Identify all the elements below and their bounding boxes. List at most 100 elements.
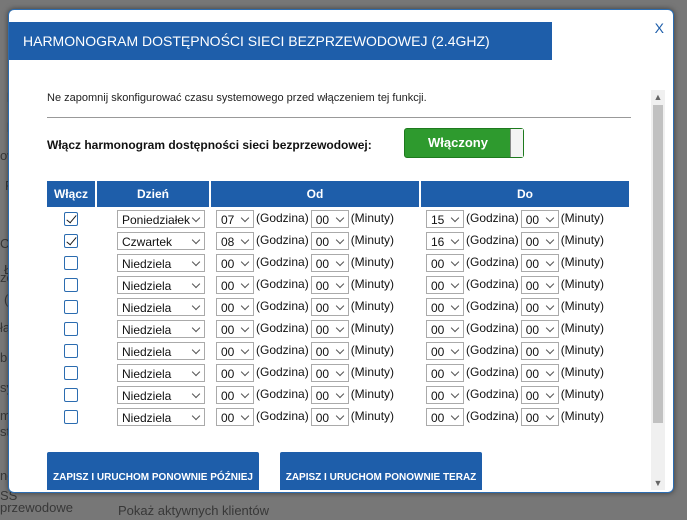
row-enable-checkbox[interactable] bbox=[64, 321, 78, 336]
row-enable-checkbox[interactable] bbox=[64, 233, 78, 248]
from-minute-select[interactable]: 00 bbox=[310, 210, 349, 228]
minute-unit-label: (Minuty) bbox=[560, 277, 605, 292]
day-select[interactable]: Niedziela bbox=[117, 276, 205, 294]
from-minute-select[interactable]: 00 bbox=[310, 298, 349, 316]
from-minute-select[interactable]: 00 bbox=[310, 408, 349, 426]
from-hour-select[interactable]: 00 bbox=[216, 320, 254, 338]
to-minute-select[interactable]: 00 bbox=[520, 232, 559, 250]
save-restart-now-button[interactable]: ZAPISZ I URUCHOM PONOWNIE TERAZ bbox=[280, 452, 482, 490]
row-enable-checkbox[interactable] bbox=[64, 277, 78, 292]
day-select[interactable]: Niedziela bbox=[117, 364, 205, 382]
to-hour-select[interactable]: 00 bbox=[426, 408, 464, 426]
row-enable-checkbox[interactable] bbox=[64, 299, 78, 314]
day-select[interactable]: Niedziela bbox=[117, 254, 205, 272]
schedule-row: Niedziela 00 (Godzina) 00 (Minuty) 00 (Godzina… bbox=[47, 253, 629, 273]
schedule-table: Włącz Dzień Od Do Poniedziałek 07 (Godzina… bbox=[45, 179, 631, 429]
minute-unit-label: (Minuty) bbox=[560, 211, 605, 226]
scrollbar-thumb[interactable] bbox=[653, 105, 663, 423]
toggle-knob[interactable] bbox=[510, 129, 523, 157]
hour-unit-label: (Godzina) bbox=[466, 299, 519, 314]
to-hour-select[interactable]: 00 bbox=[426, 386, 464, 404]
row-enable-checkbox[interactable] bbox=[64, 211, 78, 226]
day-select[interactable]: Niedziela bbox=[117, 320, 205, 338]
to-minute-select[interactable]: 00 bbox=[520, 320, 559, 338]
scrollbar[interactable]: ▲ ▼ bbox=[651, 90, 665, 490]
schedule-row: Niedziela 00 (Godzina) 00 (Minuty) 00 (Godzina… bbox=[47, 341, 629, 361]
from-hour-select[interactable]: 00 bbox=[216, 254, 254, 272]
minute-unit-label: (Minuty) bbox=[350, 255, 395, 270]
hour-unit-label: (Godzina) bbox=[256, 409, 309, 424]
scroll-up-icon[interactable]: ▲ bbox=[651, 90, 665, 104]
to-minute-select[interactable]: 00 bbox=[520, 276, 559, 294]
to-minute-select[interactable]: 00 bbox=[520, 210, 559, 228]
to-hour-select[interactable]: 15 bbox=[426, 210, 464, 228]
day-select[interactable]: Niedziela bbox=[117, 408, 205, 426]
from-hour-select[interactable]: 00 bbox=[216, 342, 254, 360]
row-enable-checkbox[interactable] bbox=[64, 365, 78, 380]
to-minute-select[interactable]: 00 bbox=[520, 298, 559, 316]
hour-unit-label: (Godzina) bbox=[256, 321, 309, 336]
save-restart-later-button[interactable]: ZAPISZ I URUCHOM PONOWNIE PÓŹNIEJ bbox=[47, 452, 259, 490]
from-hour-select[interactable]: 00 bbox=[216, 298, 254, 316]
to-hour-select[interactable]: 00 bbox=[426, 364, 464, 382]
schedule-row: Poniedziałek 07 (Godzina) 00 (Minuty) 15 (Godz… bbox=[47, 209, 629, 229]
hour-unit-label: (Godzina) bbox=[256, 255, 309, 270]
day-select[interactable]: Niedziela bbox=[117, 386, 205, 404]
to-hour-select[interactable]: 16 bbox=[426, 232, 464, 250]
day-select[interactable]: Niedziela bbox=[117, 298, 205, 316]
day-select[interactable]: Poniedziałek bbox=[117, 210, 205, 228]
hour-unit-label: (Godzina) bbox=[256, 211, 309, 226]
minute-unit-label: (Minuty) bbox=[560, 321, 605, 336]
schedule-row: Niedziela 00 (Godzina) 00 (Minuty) 00 (Godzina… bbox=[47, 297, 629, 317]
hour-unit-label: (Godzina) bbox=[256, 343, 309, 358]
from-hour-select[interactable]: 00 bbox=[216, 386, 254, 404]
to-hour-select[interactable]: 00 bbox=[426, 254, 464, 272]
to-hour-select[interactable]: 00 bbox=[426, 298, 464, 316]
col-enable: Włącz bbox=[47, 181, 95, 207]
schedule-row: Czwartek 08 (Godzina) 00 (Minuty) 16 (Godzina)… bbox=[47, 231, 629, 251]
to-minute-select[interactable]: 00 bbox=[520, 254, 559, 272]
minute-unit-label: (Minuty) bbox=[560, 233, 605, 248]
to-minute-select[interactable]: 00 bbox=[520, 386, 559, 404]
to-minute-select[interactable]: 00 bbox=[520, 342, 559, 360]
minute-unit-label: (Minuty) bbox=[350, 387, 395, 402]
from-minute-select[interactable]: 00 bbox=[310, 276, 349, 294]
from-minute-select[interactable]: 00 bbox=[310, 342, 349, 360]
schedule-row: Niedziela 00 (Godzina) 00 (Minuty) 00 (Godzina… bbox=[47, 319, 629, 339]
minute-unit-label: (Minuty) bbox=[560, 299, 605, 314]
row-enable-checkbox[interactable] bbox=[64, 409, 78, 424]
from-minute-select[interactable]: 00 bbox=[310, 364, 349, 382]
from-hour-select[interactable]: 08 bbox=[216, 232, 254, 250]
close-icon[interactable]: X bbox=[655, 20, 664, 36]
minute-unit-label: (Minuty) bbox=[350, 409, 395, 424]
from-minute-select[interactable]: 00 bbox=[310, 320, 349, 338]
schedule-toggle[interactable]: Włączony bbox=[404, 128, 524, 158]
hour-unit-label: (Godzina) bbox=[466, 255, 519, 270]
minute-unit-label: (Minuty) bbox=[350, 343, 395, 358]
from-minute-select[interactable]: 00 bbox=[310, 386, 349, 404]
from-hour-select[interactable]: 00 bbox=[216, 276, 254, 294]
to-minute-select[interactable]: 00 bbox=[520, 408, 559, 426]
from-minute-select[interactable]: 00 bbox=[310, 232, 349, 250]
scroll-down-icon[interactable]: ▼ bbox=[651, 476, 665, 490]
row-enable-checkbox[interactable] bbox=[64, 255, 78, 270]
row-enable-checkbox[interactable] bbox=[64, 387, 78, 402]
from-minute-select[interactable]: 00 bbox=[310, 254, 349, 272]
hour-unit-label: (Godzina) bbox=[256, 233, 309, 248]
col-from: Od bbox=[211, 181, 419, 207]
row-enable-checkbox[interactable] bbox=[64, 343, 78, 358]
col-to: Do bbox=[421, 181, 629, 207]
to-hour-select[interactable]: 00 bbox=[426, 342, 464, 360]
schedule-row: Niedziela 00 (Godzina) 00 (Minuty) 00 (Godzina… bbox=[47, 407, 629, 427]
to-hour-select[interactable]: 00 bbox=[426, 320, 464, 338]
minute-unit-label: (Minuty) bbox=[560, 365, 605, 380]
to-minute-select[interactable]: 00 bbox=[520, 364, 559, 382]
minute-unit-label: (Minuty) bbox=[560, 409, 605, 424]
hour-unit-label: (Godzina) bbox=[466, 321, 519, 336]
from-hour-select[interactable]: 00 bbox=[216, 364, 254, 382]
day-select[interactable]: Niedziela bbox=[117, 342, 205, 360]
from-hour-select[interactable]: 07 bbox=[216, 210, 254, 228]
from-hour-select[interactable]: 00 bbox=[216, 408, 254, 426]
to-hour-select[interactable]: 00 bbox=[426, 276, 464, 294]
day-select[interactable]: Czwartek bbox=[117, 232, 205, 250]
